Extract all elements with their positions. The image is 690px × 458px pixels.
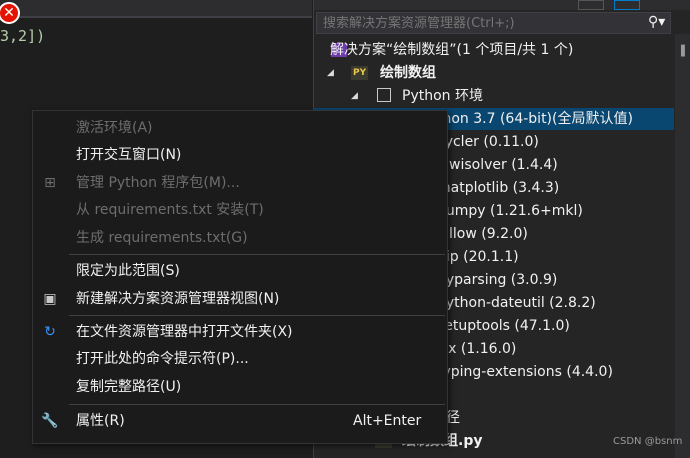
menu-item-new-explorer-view[interactable]: ▣ 新建解决方案资源管理器视图(N) [33,286,447,312]
package-label: python-dateutil (2.8.2) [437,295,596,311]
code-line[interactable]: 3,2]) [0,27,45,45]
scroll-marker-icon: ▐ [677,46,685,57]
package-label: cycler (0.11.0) [437,134,539,150]
new-view-icon: ▣ [43,291,57,307]
search-input[interactable] [317,13,643,33]
scrollbar[interactable]: ▐ [675,34,690,458]
tree-item-solution[interactable]: 解决方案“绘制数组”(1 个项目/共 1 个) [314,39,674,61]
tree-item-project[interactable]: ◢ PY 绘制数组 [314,62,674,84]
menu-item-properties[interactable]: 🔧 属性(R) Alt+Enter [33,408,447,434]
search-paths-label: 径 [446,410,460,426]
toolbar-button-active[interactable] [614,0,640,10]
menu-item-label: 复制完整路径(U) [76,379,182,395]
package-label: matplotlib (3.4.3) [437,180,560,196]
menu-item-label: 新建解决方案资源管理器视图(N) [76,291,280,307]
menu-item-copy-full-path[interactable]: 复制完整路径(U) [33,374,447,400]
menu-item-label: 生成 requirements.txt(G) [76,230,248,246]
menu-item-label: 激活环境(A) [76,120,153,136]
error-icon[interactable]: ✕ [0,2,20,24]
menu-item-label: 从 requirements.txt 安装(T) [76,202,264,218]
menu-separator [69,315,445,316]
package-label: pyparsing (3.0.9) [437,272,558,288]
menu-item-install-requirements[interactable]: 从 requirements.txt 安装(T) [33,197,447,223]
context-menu: 激活环境(A) 打开交互窗口(N) ⊞ 管理 Python 程序包(M)... … [32,110,448,444]
menu-item-label: 在文件资源管理器中打开文件夹(X) [76,324,293,340]
refresh-arrow-icon: ↻ [44,324,56,340]
wrench-icon: 🔧 [41,413,59,429]
menu-item-shortcut: Alt+Enter [353,413,422,429]
package-label: typing-extensions (4.4.0) [437,364,613,380]
env-folder-label: Python 环境 [402,88,483,104]
menu-item-open-command-prompt[interactable]: 打开此处的命令提示符(P)... [33,346,447,372]
menu-item-open-interactive[interactable]: 打开交互窗口(N) [33,142,447,168]
environment-icon [377,88,391,102]
package-label: kiwisolver (1.4.4) [437,157,558,173]
toolbar-button[interactable] [578,0,604,10]
search-icon[interactable]: ⚲▾ [648,14,668,32]
interpreter-label: thon 3.7 (64-bit)(全局默认值) [437,111,633,127]
menu-item-label: 限定为此范围(S) [76,263,180,279]
solution-label: 解决方案“绘制数组”(1 个项目/共 1 个) [330,42,574,58]
explorer-toolbar [314,0,690,10]
menu-item-open-folder[interactable]: ↻ 在文件资源管理器中打开文件夹(X) [33,319,447,345]
tree-item-python-env[interactable]: ◢ Python 环境 [314,85,674,107]
package-label: pip (20.1.1) [437,249,519,265]
package-label: Pillow (9.2.0) [437,226,528,242]
watermark: CSDN @bsnm [613,436,683,447]
menu-item-label: 属性(R) [76,413,125,429]
menu-item-scope-to-this[interactable]: 限定为此范围(S) [33,258,447,284]
package-label: six (1.16.0) [437,341,517,357]
expand-arrow-icon[interactable]: ◢ [327,62,334,84]
menu-item-manage-packages[interactable]: ⊞ 管理 Python 程序包(M)... [33,170,447,196]
menu-item-generate-requirements[interactable]: 生成 requirements.txt(G) [33,225,447,251]
editor-tab-strip [0,0,312,18]
package-label: numpy (1.21.6+mkl) [437,203,583,219]
menu-separator [69,404,445,405]
menu-item-label: 打开此处的命令提示符(P)... [76,351,249,367]
python-project-icon: PY [351,66,369,80]
project-label: 绘制数组 [380,65,436,81]
menu-separator [69,254,445,255]
search-box[interactable]: ⚲▾ [316,12,671,34]
menu-item-label: 打开交互窗口(N) [76,147,182,163]
menu-item-activate-env[interactable]: 激活环境(A) [33,115,447,141]
package-label: setuptools (47.1.0) [437,318,570,334]
package-icon: ⊞ [44,175,56,191]
menu-item-label: 管理 Python 程序包(M)... [76,175,240,191]
expand-arrow-icon[interactable]: ◢ [351,85,358,107]
